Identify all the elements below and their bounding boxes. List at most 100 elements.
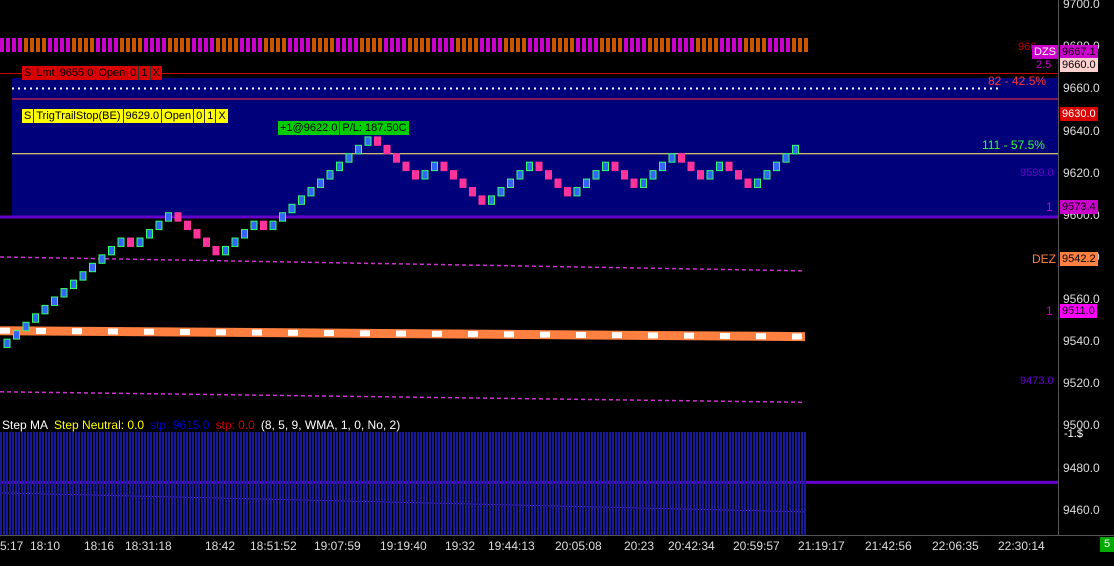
x-tick-label: 21:19:17 xyxy=(798,539,845,553)
x-tick-label: 21:42:56 xyxy=(865,539,912,553)
badge-2-5: 2.5 xyxy=(1036,59,1052,71)
renko-brick xyxy=(744,178,752,188)
histogram-bar xyxy=(681,432,683,535)
histogram-bar xyxy=(789,432,791,535)
histogram-bar xyxy=(174,432,176,535)
trail-stop-order-line[interactable]: S TrigTrailStop(BE) 9629.0 Open 0 1 X xyxy=(22,109,228,123)
order-qty[interactable]: 1 xyxy=(205,109,217,123)
histogram-bar xyxy=(432,432,434,535)
signal-arrow xyxy=(444,38,448,52)
histogram-bar xyxy=(735,432,737,535)
histogram-bar xyxy=(726,432,728,535)
histogram-bar xyxy=(591,432,593,535)
renko-brick xyxy=(13,330,20,340)
signal-arrow xyxy=(708,38,712,52)
histogram-bar xyxy=(633,432,635,535)
histogram-bar xyxy=(381,432,383,535)
renko-brick xyxy=(269,220,277,231)
signal-arrow xyxy=(408,38,412,52)
histogram-bar xyxy=(594,432,596,535)
order-cancel-button[interactable]: X xyxy=(216,109,227,123)
renko-brick xyxy=(545,170,552,180)
histogram-bar xyxy=(522,432,524,535)
histogram-bar xyxy=(87,432,89,535)
dez-marker xyxy=(36,327,46,334)
histogram-bar xyxy=(339,432,341,535)
signal-arrow xyxy=(102,38,106,52)
histogram-bar xyxy=(798,432,800,535)
signal-arrow xyxy=(474,38,478,52)
histogram-bar xyxy=(9,432,11,535)
histogram-bar xyxy=(270,432,272,535)
histogram-bar xyxy=(183,432,185,535)
histogram-bar xyxy=(498,432,500,535)
histogram-bar xyxy=(3,432,5,535)
histogram-bar xyxy=(216,432,218,535)
histogram-bar xyxy=(630,432,632,535)
limit-order-line[interactable]: S Lmt 9655.0 Open 0 1 X xyxy=(22,66,162,80)
price-chart[interactable]: S Lmt 9655.0 Open 0 1 X S TrigTrailStop(BE) 9629… xyxy=(0,0,1058,535)
renko-brick xyxy=(431,161,438,172)
order-cancel-button[interactable]: X xyxy=(151,66,162,80)
renko-brick xyxy=(526,161,533,172)
histogram-bar xyxy=(636,432,638,535)
signal-arrow xyxy=(378,38,382,52)
position-line[interactable]: +1@9622.0 P/L: 187.50C xyxy=(278,121,409,135)
renko-brick xyxy=(716,161,723,172)
signal-arrow xyxy=(72,38,76,52)
renko-brick xyxy=(469,186,476,197)
dez-marker xyxy=(792,333,802,340)
signal-arrow xyxy=(714,38,718,52)
histogram-bar xyxy=(0,432,2,535)
price-axis[interactable]: 9460.09480.09500.09520.09540.09560.09580… xyxy=(1058,0,1114,535)
y-tick-label: 9660.0 xyxy=(1063,81,1100,96)
signal-arrow xyxy=(612,38,616,52)
histogram-bar xyxy=(192,432,194,535)
signal-arrow xyxy=(276,38,280,52)
signal-arrow xyxy=(60,38,64,52)
histogram-bar xyxy=(480,432,482,535)
signal-arrow xyxy=(150,38,154,52)
corner-indicator[interactable]: 5 xyxy=(1100,537,1114,552)
badge-9573: 9573.4 xyxy=(1060,200,1098,214)
renko-brick xyxy=(583,178,590,188)
signal-arrow xyxy=(588,38,592,52)
signal-arrow xyxy=(24,38,28,52)
histogram-bar xyxy=(72,432,74,535)
histogram-bar xyxy=(546,432,548,535)
histogram-bar xyxy=(231,432,233,535)
order-state: Open xyxy=(162,109,195,123)
histogram-bar xyxy=(51,432,53,535)
renko-brick xyxy=(51,296,58,306)
x-tick-label: 19:19:40 xyxy=(380,539,427,553)
histogram-bar xyxy=(732,432,734,535)
signal-arrow xyxy=(132,38,136,52)
signal-arrow xyxy=(528,38,532,52)
histogram-bar xyxy=(141,432,143,535)
histogram-bar xyxy=(585,432,587,535)
histogram-bar xyxy=(189,432,191,535)
histogram-bar xyxy=(801,432,803,535)
histogram-bar xyxy=(348,432,350,535)
indicator-params: (8, 5, 9, WMA, 1, 0, No, 2) xyxy=(260,418,401,432)
y-tick-label: 9540.0 xyxy=(1063,334,1100,349)
histogram-bar xyxy=(516,432,518,535)
histogram-bar xyxy=(519,432,521,535)
renko-brick xyxy=(336,161,343,172)
signal-arrow xyxy=(642,38,646,52)
histogram-bar xyxy=(60,432,62,535)
renko-brick xyxy=(212,245,220,256)
signal-arrow xyxy=(582,38,586,52)
renko-brick xyxy=(488,195,495,205)
order-qty[interactable]: 1 xyxy=(139,66,151,80)
histogram-bar xyxy=(786,432,788,535)
badge-9542: 9542.2 xyxy=(1060,252,1098,266)
histogram-bar xyxy=(228,432,230,535)
histogram-bar xyxy=(441,432,443,535)
histogram-bar xyxy=(33,432,35,535)
dez-marker xyxy=(324,330,334,337)
histogram-bar xyxy=(504,432,506,535)
time-axis[interactable]: 5:17 18:10 18:16 18:31:18 18:42 18:51:52 19:07… xyxy=(0,535,1114,566)
histogram-bar xyxy=(318,432,320,535)
histogram-bar xyxy=(399,432,401,535)
